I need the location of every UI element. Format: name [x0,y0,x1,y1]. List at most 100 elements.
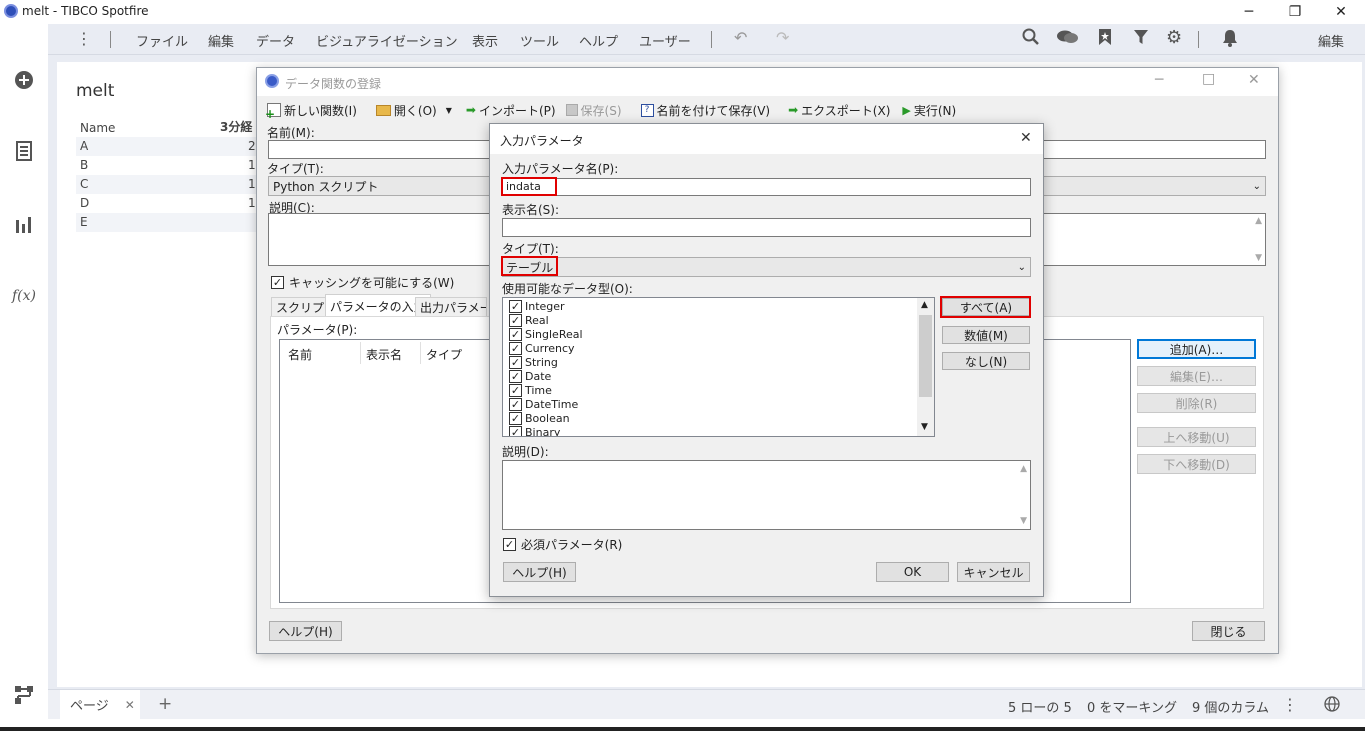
gear-icon[interactable]: ⚙ [1166,27,1182,48]
delete-parameter-button[interactable]: 削除(R) [1137,393,1256,413]
scroll-down-icon[interactable]: ▼ [921,422,928,432]
table-row[interactable]: A2 [76,137,256,156]
column-header-display-name[interactable]: 表示名 [366,346,402,363]
page-tab[interactable]: ページ ✕ [60,690,140,719]
menu-divider [1198,31,1199,48]
minimize-button[interactable]: ─ [1155,72,1163,88]
hierarchy-icon[interactable] [10,681,38,709]
menu-view[interactable]: 表示 [472,31,498,50]
help-button[interactable]: ヘルプ(H) [269,621,342,641]
dialog-title: 入力パラメータ [500,134,584,148]
cancel-button[interactable]: キャンセル [957,562,1030,582]
datatype-item-binary[interactable]: ✓ Binary [509,425,560,436]
export-button[interactable]: ➡ エクスポート(X) [788,102,890,119]
param-name-input[interactable] [502,178,1031,196]
menu-file[interactable]: ファイル [136,31,188,50]
checkmark-icon: ✓ [503,538,516,551]
minimize-button[interactable]: ─ [1226,0,1272,24]
help-button[interactable]: ヘルプ(H) [503,562,576,582]
collaboration-icon[interactable] [1056,29,1080,50]
data-table-icon[interactable] [10,137,38,165]
maximize-button[interactable]: □ [1202,71,1215,87]
menu-data[interactable]: データ [256,31,295,50]
input-parameter-dialog: 入力パラメータ ✕ 入力パラメータ名(P): indata 表示名(S): タイ… [489,123,1044,597]
datatype-item-boolean[interactable]: ✓ Boolean [509,411,570,425]
redo-icon[interactable]: ↷ [776,28,789,47]
checkmark-icon: ✓ [509,397,522,411]
mode-select[interactable]: 編集 ⌄ [1310,28,1365,52]
menu-user[interactable]: ユーザー [639,31,691,50]
bookmark-icon[interactable] [1098,28,1112,49]
search-icon[interactable] [1022,28,1040,49]
table-row[interactable]: C1 [76,175,256,194]
datatype-item-string[interactable]: ✓ String [509,355,558,369]
datatype-item-integer[interactable]: ✓ Integer [509,299,565,313]
add-parameter-button[interactable]: 追加(A)… [1137,339,1256,359]
scrollbar[interactable]: ▲ ▼ [917,298,934,436]
scroll-up-icon[interactable]: ▲ [1255,216,1262,226]
add-icon[interactable] [10,66,38,94]
required-checkbox[interactable]: ✓ 必須パラメータ(R) [503,536,622,553]
ok-button[interactable]: OK [876,562,949,582]
close-dialog-button[interactable]: ✕ [1020,130,1032,146]
table-row[interactable]: E [76,213,256,232]
edit-parameter-button[interactable]: 編集(E)… [1137,366,1256,386]
menu-help[interactable]: ヘルプ [579,31,618,50]
menu-tools[interactable]: ツール [520,31,559,50]
datatype-item-singlereal[interactable]: ✓ SingleReal [509,327,583,341]
import-button[interactable]: ➡ インポート(P) [466,102,556,119]
column-header-type[interactable]: タイプ [426,346,462,363]
type-select[interactable]: ⌄ [502,257,1031,277]
close-window-button[interactable]: ✕ [1318,0,1364,24]
more-vertical-icon[interactable]: ⋮ [76,29,92,48]
add-page-icon[interactable]: + [158,694,172,714]
restore-button[interactable]: ❐ [1272,0,1318,24]
notification-bell-icon[interactable] [1222,29,1238,50]
undo-icon[interactable]: ↶ [734,28,747,47]
close-icon[interactable]: ✕ [125,698,135,712]
save-as-label: 名前を付けて保存(V) [656,103,771,118]
save-as-button[interactable]: ? 名前を付けて保存(V) [640,102,771,119]
more-vertical-icon[interactable]: ⋮ [1282,695,1298,714]
column-header-name[interactable]: 名前 [288,346,312,363]
numeric-button[interactable]: 数値(M) [942,326,1030,344]
scroll-down-icon[interactable]: ▼ [1255,253,1262,263]
import-label: インポート(P) [478,103,556,118]
checkmark-icon: ✓ [509,411,522,425]
save-button[interactable]: 保存(S) [565,102,622,119]
window-titlebar: melt - TIBCO Spotfire ─ ❐ ✕ [0,0,1365,24]
move-down-button[interactable]: 下へ移動(D) [1137,454,1256,474]
datatype-item-currency[interactable]: ✓ Currency [509,341,575,355]
datatype-item-date[interactable]: ✓ Date [509,369,551,383]
scroll-up-icon[interactable]: ▲ [1020,464,1027,474]
scrollbar-thumb[interactable] [919,315,932,397]
none-button[interactable]: なし(N) [942,352,1030,370]
close-dialog-button[interactable]: ✕ [1248,72,1260,88]
move-up-button[interactable]: 上へ移動(U) [1137,427,1256,447]
tab-output-parameters[interactable]: 出力パラメータ [415,297,487,317]
datatype-item-time[interactable]: ✓ Time [509,383,552,397]
datatypes-list[interactable]: ✓ Integer ✓ Real ✓ SingleReal ✓ Currency ✓ St… [502,297,935,437]
datatype-item-datetime[interactable]: ✓ DateTime [509,397,578,411]
function-icon[interactable]: f(x) [10,282,38,310]
menu-visualization[interactable]: ビジュアライゼーション [316,31,458,50]
table-header-name: Name [80,121,116,135]
run-button[interactable]: ▶ 実行(N) [902,102,956,119]
caching-checkbox[interactable]: ✓ キャッシングを可能にする(W) [271,274,454,291]
scroll-down-icon[interactable]: ▼ [1020,516,1027,526]
display-name-input[interactable] [502,218,1031,237]
table-row[interactable]: B1 [76,156,256,175]
table-row[interactable]: D1 [76,194,256,213]
close-button[interactable]: 閉じる [1192,621,1265,641]
datatype-label: Time [525,383,552,397]
open-button[interactable]: 開く(O) ▼ [375,102,452,119]
new-function-button[interactable]: + 新しい関数(I) [265,102,357,120]
visualization-icon[interactable] [10,210,38,238]
globe-icon[interactable] [1324,696,1340,715]
menu-edit[interactable]: 編集 [208,31,234,50]
scroll-up-icon[interactable]: ▲ [921,300,928,310]
filter-icon[interactable] [1133,29,1149,48]
datatype-item-real[interactable]: ✓ Real [509,313,549,327]
description-textarea[interactable]: ▲ ▼ [502,460,1031,530]
ok-label: OK [903,565,922,579]
